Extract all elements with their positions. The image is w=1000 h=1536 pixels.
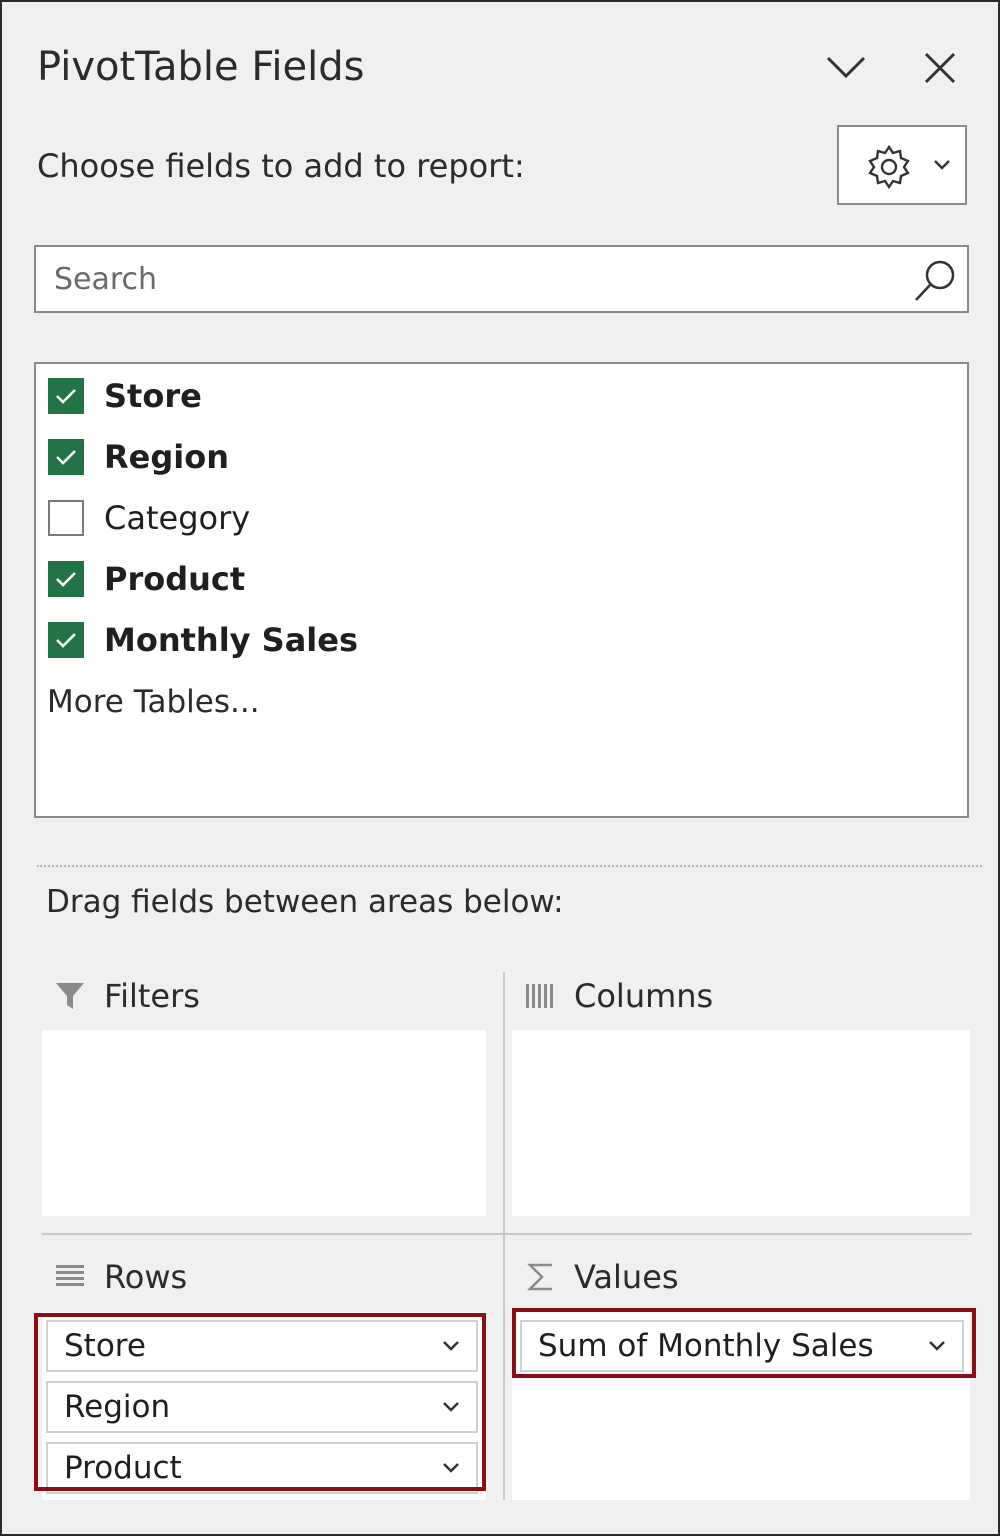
values-area-header: Values [526,1258,679,1296]
area-divider-horizontal [42,1233,972,1235]
field-checkbox[interactable] [48,378,84,414]
field-label: Category [104,499,251,537]
rows-area-header: Rows [54,1258,187,1296]
tools-settings-button[interactable] [837,125,967,205]
area-divider-vertical [503,972,505,1500]
rows-highlight-box [34,1313,486,1491]
checkmark-icon [56,450,76,465]
checkmark-icon [56,572,76,587]
field-label: Store [104,377,202,415]
search-box[interactable] [34,245,969,313]
field-checkbox[interactable] [48,500,84,536]
search-input[interactable] [36,247,896,311]
field-label: Monthly Sales [104,621,359,659]
columns-label: Columns [574,977,714,1015]
values-label: Values [574,1258,679,1296]
field-checkbox[interactable] [48,622,84,658]
filters-area-header: Filters [54,977,200,1015]
section-divider [37,865,982,867]
field-label: Region [104,438,229,476]
choose-fields-label: Choose fields to add to report: [37,147,525,185]
values-highlight-box [512,1308,976,1378]
caret-down-icon [934,160,950,170]
field-item-product[interactable]: Product [48,557,648,601]
rows-label: Rows [104,1258,188,1296]
pivottable-fields-pane: PivotTable Fields Choose fields to add t… [0,0,1000,1536]
filters-label: Filters [104,977,200,1015]
field-checkbox[interactable] [48,439,84,475]
sigma-icon [526,1263,552,1291]
columns-icon [526,984,553,1008]
field-list: Store Region Category Product Monthly Sa… [34,362,969,818]
columns-area-header: Columns [524,977,713,1015]
field-item-monthly-sales[interactable]: Monthly Sales [48,618,648,662]
drag-fields-label: Drag fields between areas below: [46,884,564,920]
gear-icon [868,144,910,190]
field-item-region[interactable]: Region [48,435,648,479]
field-item-category[interactable]: Category [48,496,648,540]
filters-drop-zone[interactable] [42,1030,486,1216]
field-label: Product [104,560,246,598]
checkmark-icon [56,633,76,648]
filter-icon [56,983,84,1009]
more-tables-link[interactable]: More Tables... [47,684,260,720]
pane-title: PivotTable Fields [37,44,365,90]
search-icon[interactable] [910,255,960,305]
columns-drop-zone[interactable] [512,1030,970,1216]
rows-icon [56,1265,84,1286]
field-checkbox[interactable] [48,561,84,597]
checkmark-icon [56,389,76,404]
chevron-down-icon[interactable] [824,52,868,82]
close-icon[interactable] [922,50,958,86]
field-item-store[interactable]: Store [48,374,648,418]
